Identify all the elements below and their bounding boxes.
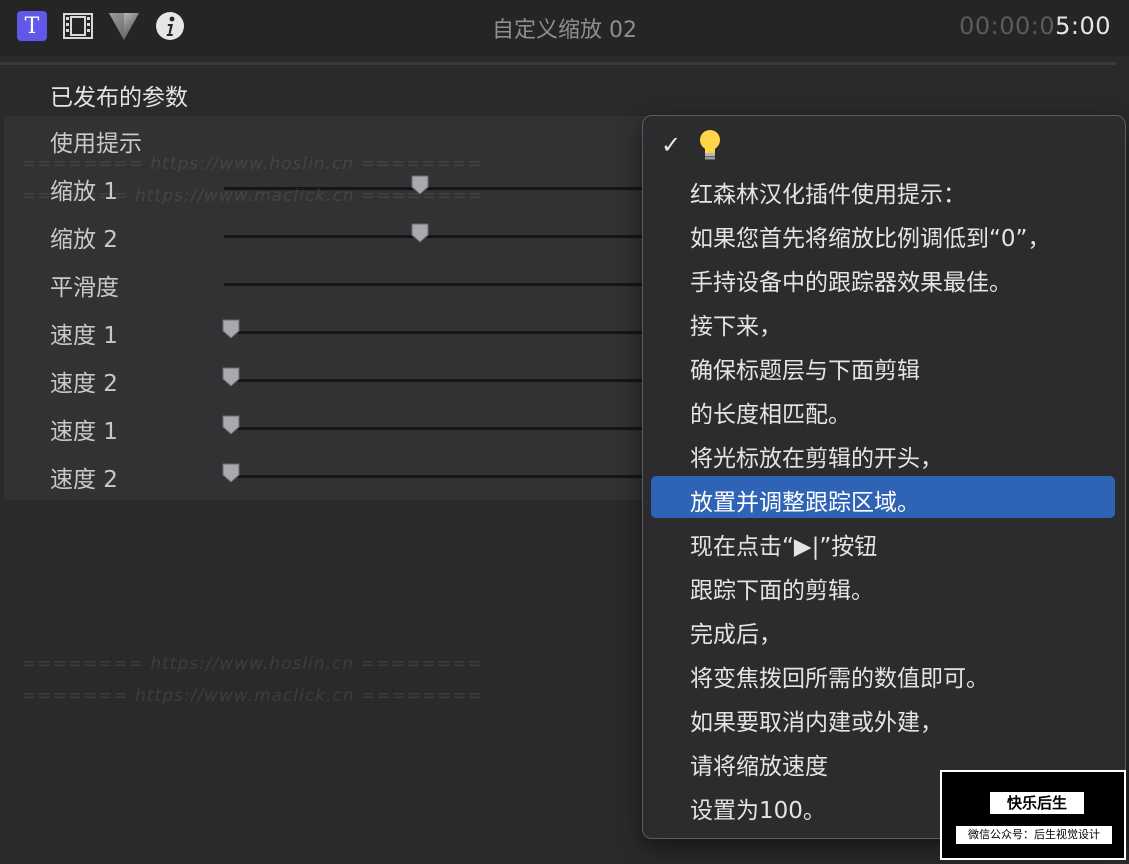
watermark-text: ======= https://www.maclick.cn ======== [22,686,483,706]
param-label: 使用提示 [50,131,142,157]
menu-item[interactable]: 手持设备中的跟踪器效果最佳。 [651,256,1115,298]
param-label: 速度 1 [50,419,118,445]
slider-track[interactable] [224,283,664,286]
watermark-text: ======== https://www.hoslin.cn ======== [22,654,483,674]
slider-thumb[interactable] [222,463,240,483]
menu-item-label: 现在点击“▶|”按钮 [690,534,878,560]
menu-item[interactable]: 将变焦拨回所需的数值即可。 [651,652,1115,694]
menu-item[interactable]: 如果要取消内建或外建， [651,696,1115,738]
menu-item[interactable]: 确保标题层与下面剪辑 [651,344,1115,386]
menu-item-label: 确保标题层与下面剪辑 [690,358,920,384]
param-row-speed-1: 速度 1 [4,308,664,356]
slider-track[interactable] [224,235,664,238]
param-label: 速度 2 [50,467,118,493]
param-label: 缩放 2 [50,227,118,253]
timecode-leading: 00:00:0 [959,12,1056,40]
slider-thumb[interactable] [222,415,240,435]
menu-item-label: 的长度相匹配。 [690,402,851,428]
menu-item-label: 手持设备中的跟踪器效果最佳。 [690,270,1012,296]
menu-item[interactable]: 红森林汉化插件使用提示： [651,168,1115,210]
menu-item[interactable]: 放置并调整跟踪区域。 [651,476,1115,518]
section-title: 已发布的参数 [50,85,188,111]
lightbulb-icon [700,130,720,160]
menu-item-label: 如果要取消内建或外建， [690,710,943,736]
menu-item-label: 完成后， [690,622,782,648]
checkmark-icon: ✓ [661,131,682,159]
slider-thumb[interactable] [222,319,240,339]
param-label: 平滑度 [50,275,119,301]
menu-item-label: 请将缩放速度 [690,754,828,780]
menu-item-label: 接下来， [690,314,782,340]
timecode-value: 5:00 [1055,12,1111,40]
menu-item-label: 将光标放在剪辑的开头， [690,446,943,472]
param-row-zoom-2: 缩放 2 [4,212,664,260]
param-row-speed-2: 速度 2 [4,356,664,404]
menu-item-label: 放置并调整跟踪区域。 [690,490,920,516]
header-divider [0,62,1116,65]
param-row-speed-1b: 速度 1 [4,404,664,452]
param-row-speed-2b: 速度 2 [4,452,664,500]
param-row-smoothness: 平滑度 [4,260,664,308]
usage-tips-popup-menu: ✓ 红森林汉化插件使用提示： 如果您首先将缩放比例调低到“0”， 手持设备中的跟踪器… [642,115,1126,839]
menu-item[interactable]: 跟踪下面的剪辑。 [651,564,1115,606]
menu-item[interactable]: 将光标放在剪辑的开头， [651,432,1115,474]
watermark-text: ======== https://www.hoslin.cn ======== [22,154,483,174]
menu-item[interactable]: 完成后， [651,608,1115,650]
menu-item-label: 将变焦拨回所需的数值即可。 [690,666,989,692]
slider-track[interactable] [224,475,664,478]
slider-track[interactable] [224,331,664,334]
slider-thumb[interactable] [222,367,240,387]
menu-item[interactable]: 如果您首先将缩放比例调低到“0”， [651,212,1115,254]
menu-item[interactable]: 现在点击“▶|”按钮 [651,520,1115,562]
watermark-text: ======= https://www.maclick.cn ======== [22,186,483,206]
menu-item-checked[interactable]: ✓ [651,125,1115,167]
badge-subtitle: 微信公众号：后生视觉设计 [956,826,1112,844]
menu-item-label: 跟踪下面的剪辑。 [690,578,874,604]
clip-duration-timecode: 00:00:05:00 [959,12,1111,40]
menu-item[interactable]: 接下来， [651,300,1115,342]
menu-item[interactable]: 的长度相匹配。 [651,388,1115,430]
menu-item-label: 红森林汉化插件使用提示： [690,182,966,208]
param-label: 速度 2 [50,371,118,397]
slider-thumb[interactable] [411,223,429,243]
slider-track[interactable] [224,427,664,430]
inspector-header: T 自定义缩放 02 00:00:05:00 [0,0,1129,56]
badge-title: 快乐后生 [990,792,1084,814]
menu-item-label: 如果您首先将缩放比例调低到“0”， [690,226,1051,252]
slider-track[interactable] [224,379,664,382]
menu-item-label: 设置为100。 [690,798,826,824]
corner-badge: 快乐后生 微信公众号：后生视觉设计 [940,770,1126,860]
param-label: 速度 1 [50,323,118,349]
